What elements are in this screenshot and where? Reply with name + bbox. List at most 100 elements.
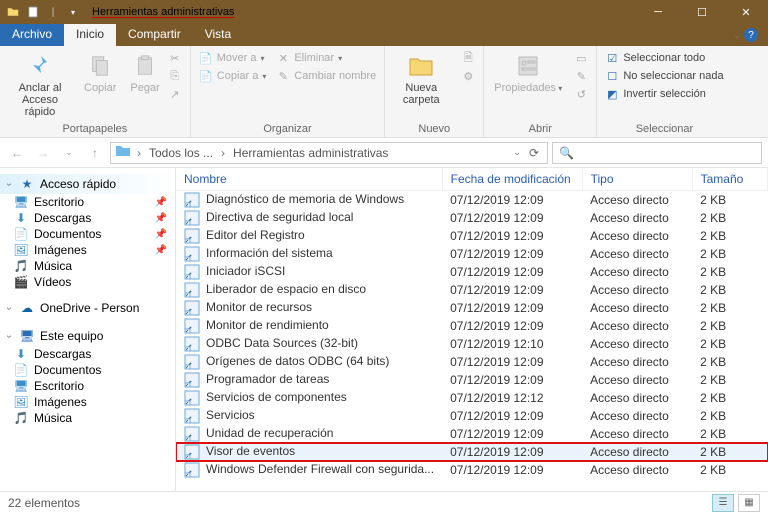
qat-folder-icon[interactable] xyxy=(6,5,20,19)
sidebar-item[interactable]: 🎵Música xyxy=(0,410,175,426)
crumb-sep[interactable] xyxy=(135,146,143,160)
file-size: 2 KB xyxy=(692,317,767,335)
qat-dropdown-icon[interactable]: ▾ xyxy=(66,5,80,19)
breadcrumb-2[interactable]: Herramientas administrativas xyxy=(231,146,390,160)
table-row[interactable]: Unidad de recuperación07/12/2019 12:09Ac… xyxy=(176,425,768,443)
file-date: 07/12/2019 12:09 xyxy=(442,317,582,335)
new-folder-button[interactable]: Nueva carpeta xyxy=(393,50,449,108)
tab-home[interactable]: Inicio xyxy=(64,24,116,46)
file-type: Acceso directo xyxy=(582,407,692,425)
move-to-button[interactable]: 📄Mover a xyxy=(199,50,267,66)
crumb-sep[interactable] xyxy=(219,146,227,160)
qat-doc-icon[interactable] xyxy=(26,5,40,19)
table-row[interactable]: Visor de eventos07/12/2019 12:09Acceso d… xyxy=(176,443,768,461)
tab-share[interactable]: Compartir xyxy=(116,24,193,46)
sidebar-item[interactable]: 📄Documentos xyxy=(0,362,175,378)
sidebar-onedrive[interactable]: ☁ OneDrive - Person xyxy=(0,298,175,318)
sidebar-item[interactable]: 🖼Imágenes xyxy=(0,394,175,410)
help-dropdown[interactable]: ⌄ ? xyxy=(723,24,768,46)
sidebar-item-label: Escritorio xyxy=(34,195,84,209)
table-row[interactable]: Monitor de rendimiento07/12/2019 12:09Ac… xyxy=(176,317,768,335)
table-row[interactable]: Orígenes de datos ODBC (64 bits)07/12/20… xyxy=(176,353,768,371)
easy-access-icon: ⚙ xyxy=(461,69,475,83)
rename-button[interactable]: ✎Cambiar nombre xyxy=(276,68,376,84)
delete-button[interactable]: ✕Eliminar xyxy=(276,50,376,66)
address-dropdown[interactable]: ⌄ xyxy=(513,147,521,158)
table-row[interactable]: Servicios de componentes07/12/2019 12:12… xyxy=(176,389,768,407)
table-row[interactable]: Servicios07/12/2019 12:09Acceso directo2… xyxy=(176,407,768,425)
properties-button[interactable]: Propiedades xyxy=(492,50,564,96)
shortcut-icon xyxy=(184,336,200,352)
col-name[interactable]: Nombre xyxy=(176,168,442,191)
easy-access-button[interactable]: ⚙ xyxy=(461,68,475,84)
thumb-view-button[interactable]: ▦ xyxy=(738,494,760,512)
shortcut-icon xyxy=(184,228,200,244)
table-row[interactable]: Liberador de espacio en disco07/12/2019 … xyxy=(176,281,768,299)
paste-button[interactable]: Pegar xyxy=(128,50,161,96)
tab-file[interactable]: Archivo xyxy=(0,24,64,46)
address-bar[interactable]: Todos los ... Herramientas administrativ… xyxy=(110,142,548,164)
table-row[interactable]: Iniciador iSCSI07/12/2019 12:09Acceso di… xyxy=(176,263,768,281)
table-row[interactable]: Programador de tareas07/12/2019 12:09Acc… xyxy=(176,371,768,389)
table-row[interactable]: Monitor de recursos07/12/2019 12:09Acces… xyxy=(176,299,768,317)
paste-shortcut-button[interactable]: ↗ xyxy=(168,86,182,102)
recent-button[interactable]: ⌄ xyxy=(58,142,80,164)
folder-icon: 🎵 xyxy=(14,411,28,425)
copy-to-button[interactable]: 📄Copiar a xyxy=(199,68,267,84)
table-row[interactable]: Editor del Registro07/12/2019 12:09Acces… xyxy=(176,227,768,245)
history-button[interactable]: ↺ xyxy=(574,86,588,102)
table-row[interactable]: Información del sistema07/12/2019 12:09A… xyxy=(176,245,768,263)
tab-view[interactable]: Vista xyxy=(193,24,243,46)
ribbon-group-clipboard: Anclar al Acceso rápido Copiar Pegar ✂ ⎘… xyxy=(0,46,191,137)
maximize-button[interactable]: ☐ xyxy=(680,0,724,24)
sidebar-quick-access[interactable]: ★ Acceso rápido xyxy=(0,174,175,194)
file-size: 2 KB xyxy=(692,299,767,317)
table-row[interactable]: ODBC Data Sources (32-bit)07/12/2019 12:… xyxy=(176,335,768,353)
col-type[interactable]: Tipo xyxy=(582,168,692,191)
column-headers[interactable]: Nombre Fecha de modificación Tipo Tamaño xyxy=(176,168,768,191)
edit-button[interactable]: ✎ xyxy=(574,68,588,84)
search-box[interactable]: 🔍 Buscar en Herramient... xyxy=(552,142,762,164)
sidebar-this-pc[interactable]: 🖥 Este equipo xyxy=(0,326,175,346)
close-button[interactable]: ✕ xyxy=(724,0,768,24)
clipboard-extra: ✂ ⎘ ↗ xyxy=(168,50,182,102)
pin-to-quick-access-button[interactable]: Anclar al Acceso rápido xyxy=(8,50,72,120)
table-row[interactable]: Diagnóstico de memoria de Windows07/12/2… xyxy=(176,191,768,210)
quick-access-toolbar: | ▾ xyxy=(0,5,86,19)
col-size[interactable]: Tamaño xyxy=(692,168,767,191)
minimize-button[interactable]: ─ xyxy=(636,0,680,24)
folder-icon: 🖼 xyxy=(14,243,28,257)
breadcrumb-1[interactable]: Todos los ... xyxy=(147,146,215,160)
select-all-icon: ☑ xyxy=(605,51,619,65)
forward-button[interactable]: → xyxy=(32,142,54,164)
select-all-button[interactable]: ☑Seleccionar todo xyxy=(605,50,723,66)
select-none-button[interactable]: ☐No seleccionar nada xyxy=(605,68,723,84)
sidebar-item-label: Vídeos xyxy=(34,275,71,289)
cut-button[interactable]: ✂ xyxy=(168,50,182,66)
sidebar-item[interactable]: 🖥Escritorio📌 xyxy=(0,194,175,210)
pin-icon: 📌 xyxy=(155,213,167,224)
sidebar-item[interactable]: 📄Documentos📌 xyxy=(0,226,175,242)
back-button[interactable]: ← xyxy=(6,142,28,164)
invert-selection-button[interactable]: ◩Invertir selección xyxy=(605,86,723,102)
new-item-button[interactable]: 🗎 xyxy=(461,50,475,66)
copy-path-button[interactable]: ⎘ xyxy=(168,68,182,84)
delete-icon: ✕ xyxy=(276,51,290,65)
open-button[interactable]: ▭ xyxy=(574,50,588,66)
file-type: Acceso directo xyxy=(582,227,692,245)
ribbon-group-select: ☑Seleccionar todo ☐No seleccionar nada ◩… xyxy=(597,46,731,137)
details-view-button[interactable]: ☰ xyxy=(712,494,734,512)
sidebar-item[interactable]: ⬇Descargas xyxy=(0,346,175,362)
up-button[interactable]: ↑ xyxy=(84,142,106,164)
sidebar-item[interactable]: 🎵Música xyxy=(0,258,175,274)
col-modified[interactable]: Fecha de modificación xyxy=(442,168,582,191)
sidebar-item[interactable]: 🖥Escritorio xyxy=(0,378,175,394)
table-row[interactable]: Windows Defender Firewall con segurida..… xyxy=(176,461,768,479)
copy-button[interactable]: Copiar xyxy=(82,50,118,96)
refresh-button[interactable]: ⟳ xyxy=(525,146,543,160)
file-name: Servicios de componentes xyxy=(206,390,347,404)
sidebar-item[interactable]: ⬇Descargas📌 xyxy=(0,210,175,226)
sidebar-item[interactable]: 🖼Imágenes📌 xyxy=(0,242,175,258)
sidebar-item[interactable]: 🎬Vídeos xyxy=(0,274,175,290)
table-row[interactable]: Directiva de seguridad local07/12/2019 1… xyxy=(176,209,768,227)
